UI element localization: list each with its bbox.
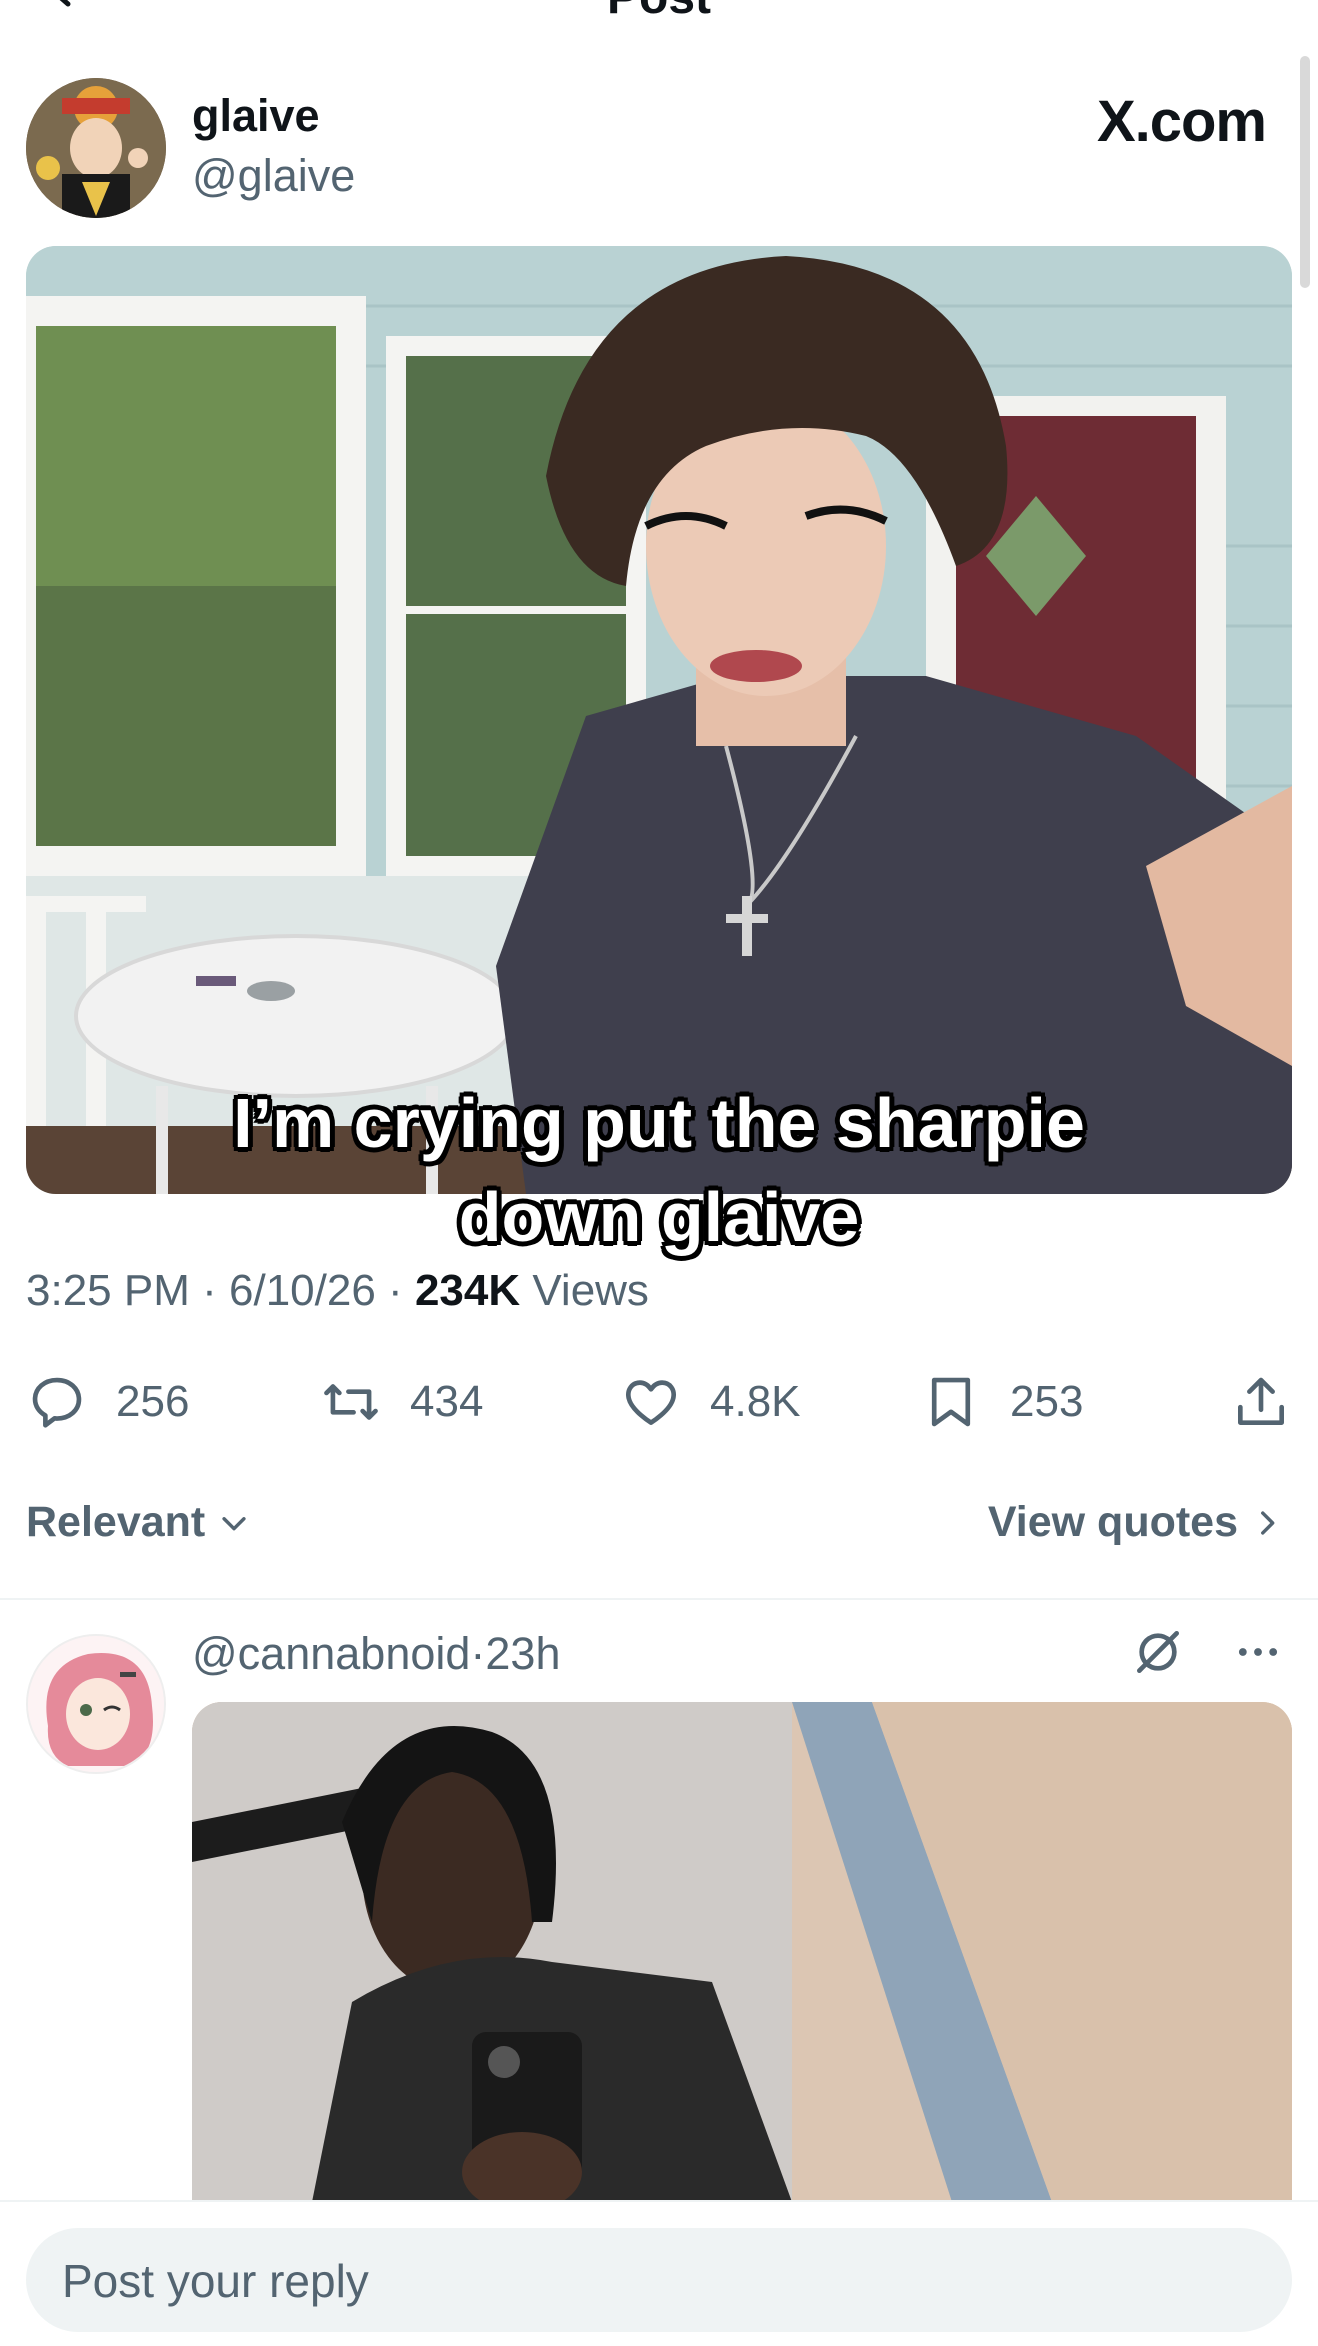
grok-icon[interactable]: [1130, 1624, 1186, 1680]
reply-handle[interactable]: @cannabnoid: [192, 1628, 470, 1679]
reply-header-icons: [1130, 1624, 1284, 1680]
top-bar: Post: [0, 0, 1318, 40]
image-caption-line-2: down glaive: [458, 1178, 860, 1256]
repost-count: 434: [410, 1377, 484, 1426]
reply-author-avatar[interactable]: [26, 1634, 166, 1774]
reply-input[interactable]: Post your reply: [26, 2228, 1292, 2332]
share-button[interactable]: [1230, 1362, 1292, 1442]
reply-separator: ·: [470, 1628, 486, 1679]
heart-icon: [626, 1380, 676, 1425]
sort-label: Relevant: [26, 1498, 206, 1546]
like-button[interactable]: 4.8K: [620, 1362, 801, 1442]
view-quotes-label: View quotes: [987, 1498, 1238, 1546]
reply-image[interactable]: [192, 1702, 1292, 2202]
sort-dropdown[interactable]: Relevant: [26, 1498, 251, 1547]
repost-icon: [324, 1384, 378, 1420]
post-date: 6/10/26: [229, 1266, 376, 1315]
watermark-text: X.com: [1096, 89, 1267, 154]
bookmark-count: 253: [1010, 1377, 1084, 1426]
bookmark-icon: [931, 1377, 971, 1427]
reply-button[interactable]: 256: [26, 1362, 189, 1442]
reply-composer: Post your reply: [0, 2200, 1318, 2346]
post-metadata: 3:25 PM · 6/10/26 · 234K Views: [26, 1266, 649, 1316]
post-time: 3:25 PM: [26, 1266, 190, 1315]
x-com-watermark: X.com: [1096, 88, 1267, 155]
more-options-icon[interactable]: [1232, 1626, 1284, 1678]
repost-button[interactable]: 434: [320, 1362, 483, 1442]
image-caption-line-1: I’m crying put the sharpie: [233, 1084, 1085, 1162]
meta-separator: ·: [388, 1266, 403, 1315]
reply-header: @cannabnoid·23h: [192, 1628, 561, 1680]
author-name[interactable]: glaive: [192, 90, 320, 142]
view-quotes-link[interactable]: View quotes: [988, 1498, 1284, 1547]
like-count: 4.8K: [710, 1377, 801, 1426]
chevron-right-icon: [1261, 1510, 1275, 1535]
reply-count: 256: [116, 1377, 190, 1426]
author-avatar[interactable]: [26, 78, 166, 218]
post-action-bar: 256 434 4.8K 253: [26, 1362, 1292, 1442]
bookmark-button[interactable]: 253: [920, 1362, 1083, 1442]
chevron-down-icon: [222, 1516, 246, 1530]
author-handle[interactable]: @glaive: [192, 150, 355, 202]
reply-icon: [32, 1377, 82, 1428]
views-count: 234K: [414, 1266, 521, 1315]
divider: [0, 1598, 1318, 1600]
scrollbar[interactable]: [1300, 56, 1310, 288]
post-author-header: glaive @glaive X.com: [26, 78, 1267, 218]
meta-separator: ·: [202, 1266, 217, 1315]
post-image[interactable]: [26, 246, 1292, 1194]
replies-sort-bar: Relevant View quotes: [26, 1490, 1284, 1560]
page-title: Post: [0, 0, 1318, 25]
reply-age: 23h: [485, 1628, 561, 1679]
views-label: Views: [532, 1266, 649, 1315]
reply-input-placeholder: Post your reply: [62, 2255, 369, 2307]
share-icon: [1238, 1377, 1284, 1425]
